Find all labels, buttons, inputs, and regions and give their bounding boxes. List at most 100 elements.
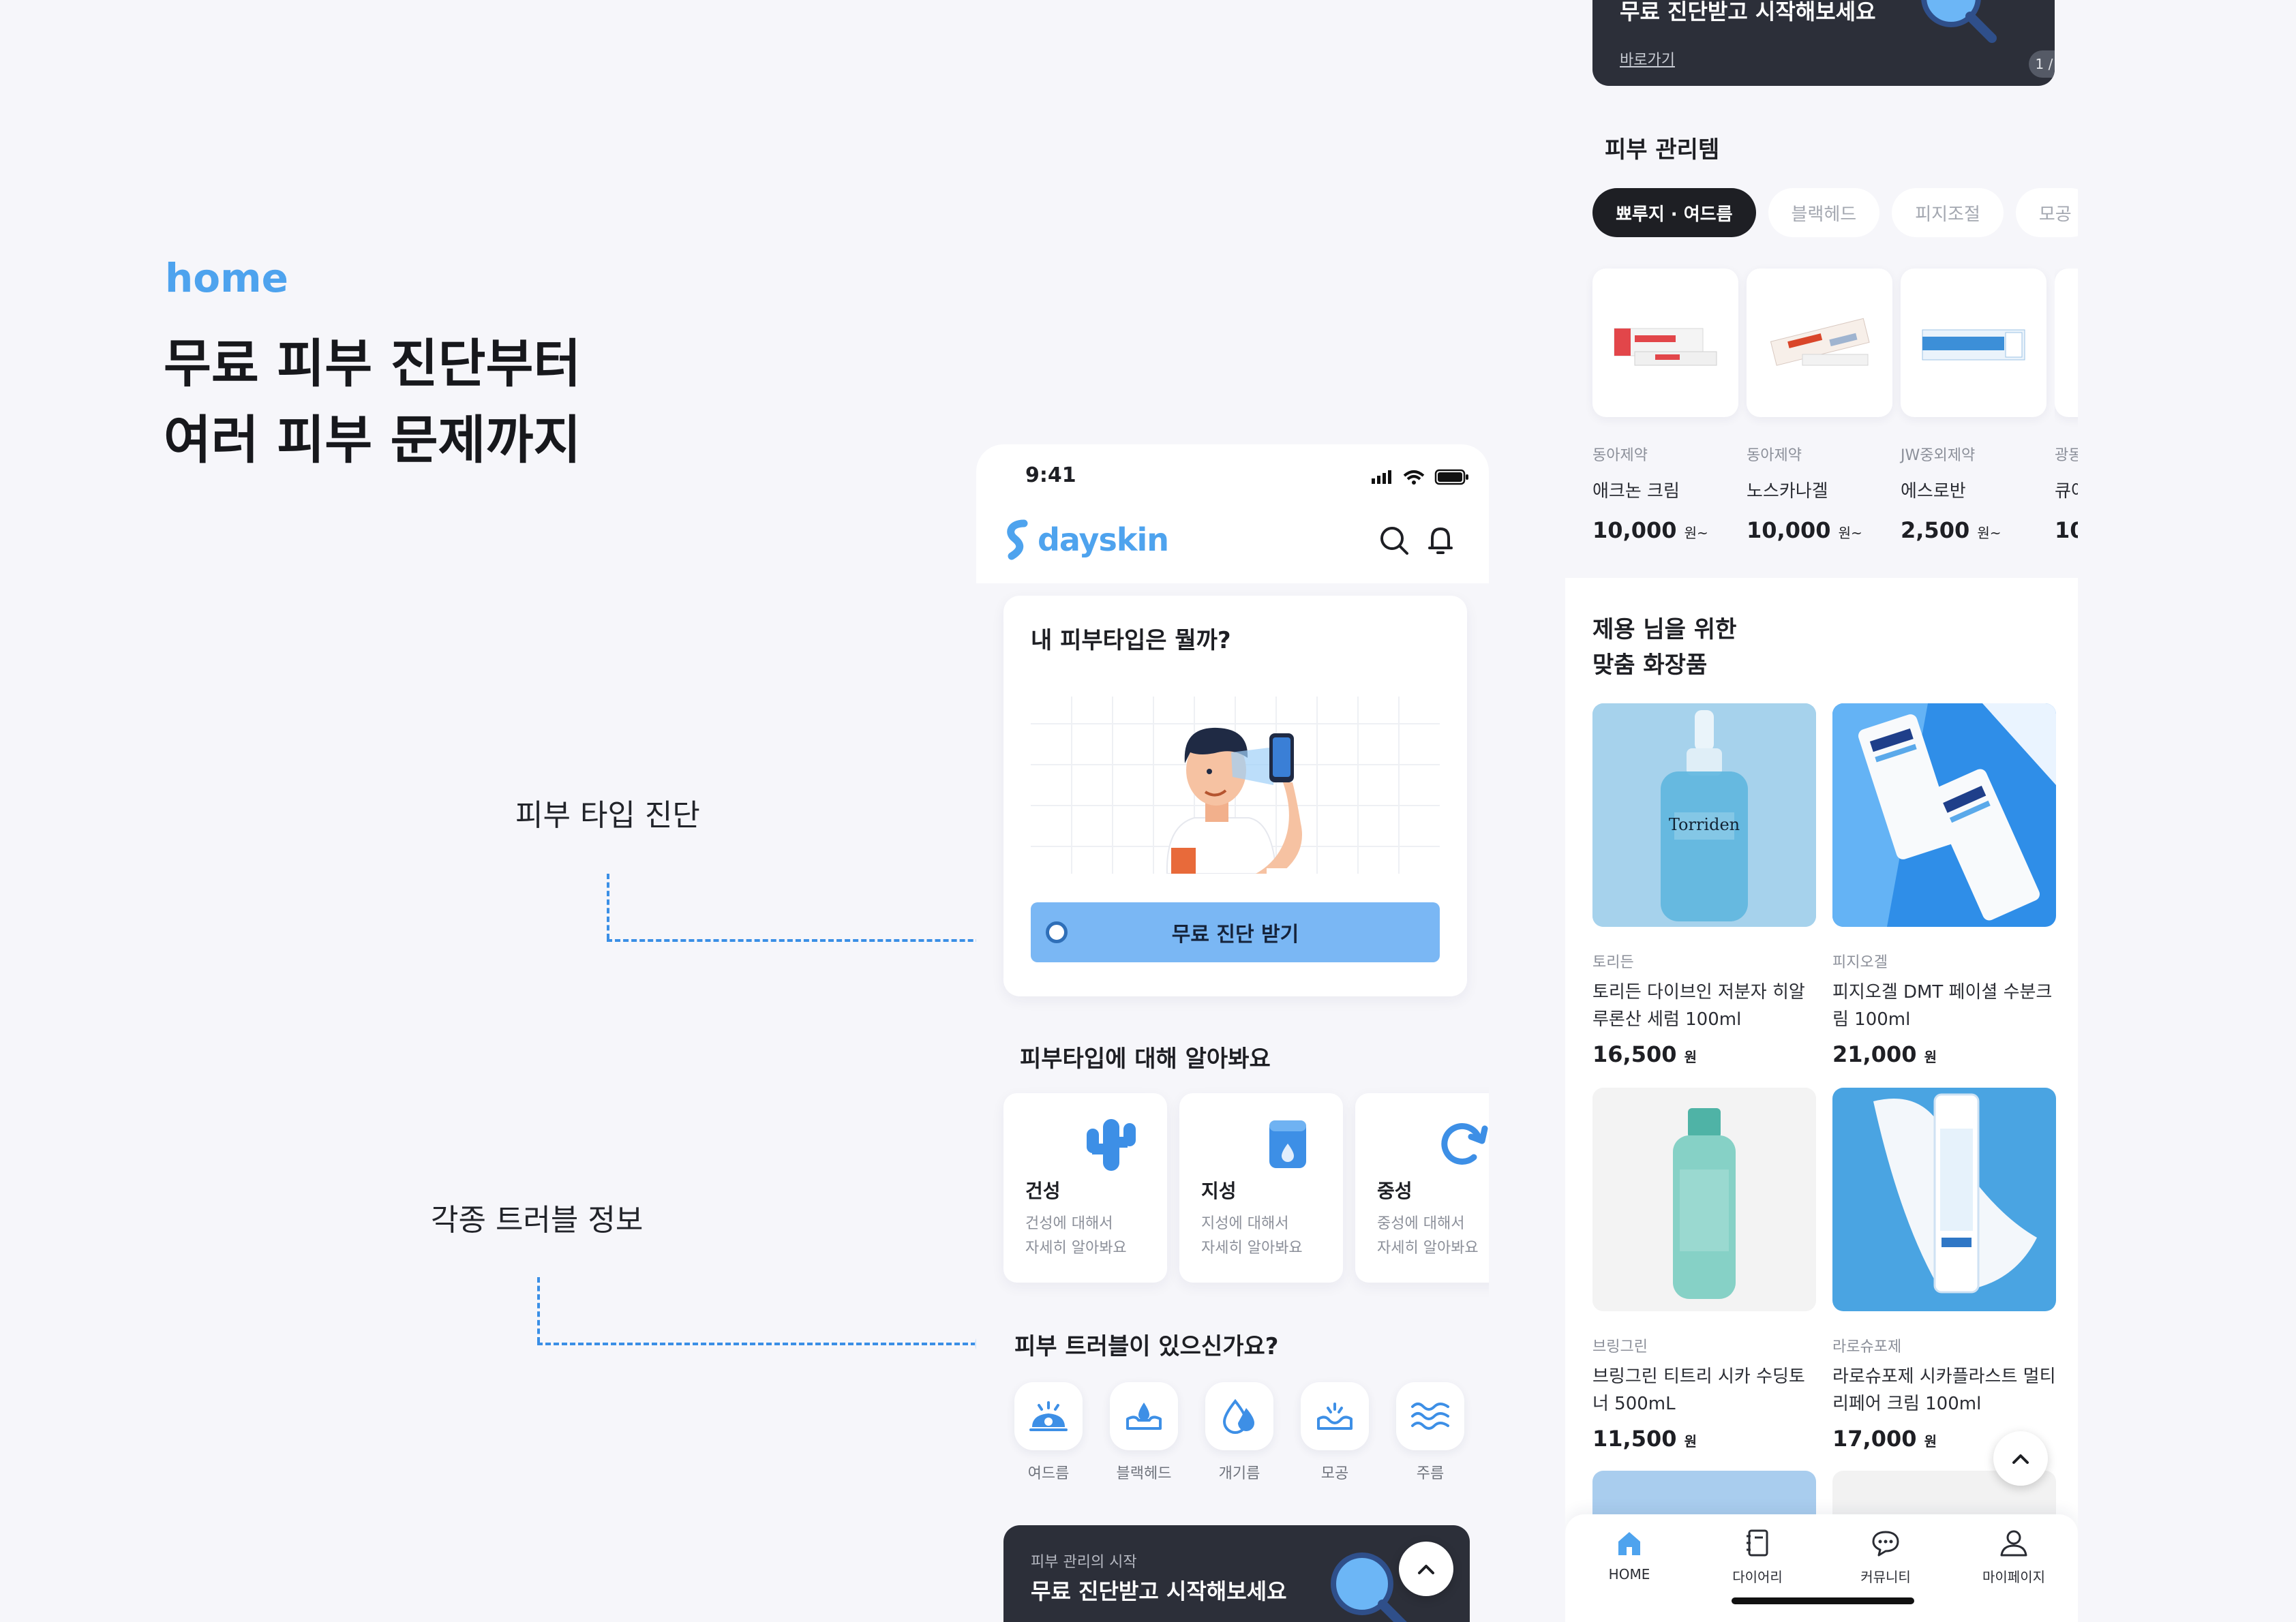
diagnosis-button-marker [1046,921,1068,943]
diagnosis-promo-banner[interactable]: 무료 진단받고 시작해보세요 바로가기 1 / 3 [1592,0,2055,86]
care-product-price: 10,000 원~ [1747,517,1862,543]
care-product-card[interactable]: 동아제약 애크논 크림 10,000 원~ [1592,269,1738,543]
skin-type-card-oily[interactable]: 지성 지성에 대해서 자세히 알아봐요 [1179,1093,1343,1283]
magnifier-icon [1921,0,1997,43]
product-image [1832,1088,2056,1311]
ointment-box-image [1922,329,2025,361]
care-product-card[interactable]: 광동 큐어 10 [2055,269,2078,543]
care-items-title: 피부 관리템 [1605,136,1720,164]
skin-type-desc-line2: 자세히 알아봐요 [1377,1240,1479,1257]
chip-acne[interactable]: 뾰루지 · 여드름 [1592,188,1756,237]
trouble-item-blackhead[interactable]: 블랙헤드 [1110,1382,1178,1483]
chevron-up-icon [1418,1565,1434,1574]
trouble-label: 여드름 [1027,1465,1070,1482]
banner-pager: 1 / 3 [2029,50,2055,78]
banner-title: 무료 진단받고 시작해보세요 [1620,0,1876,25]
tab-home[interactable]: HOME [1578,1527,1680,1622]
product-brand: 브링그린 [1592,1338,1648,1356]
home-indicator [1732,1597,1914,1604]
bottom-tab-bar: HOME 다이어리 커뮤니티 마이페이지 [1565,1514,2078,1622]
care-product-name: 큐어 [2055,481,2078,502]
tab-label: HOME [1608,1566,1650,1582]
trouble-label: 모공 [1320,1465,1349,1482]
chip-blackhead[interactable]: 블랙헤드 [1768,188,1880,237]
serum-bottle-image: Torriden [1592,703,1816,927]
app-logo[interactable]: dayskin [1003,519,1169,560]
skin-type-desc-line2: 자세히 알아봐요 [1201,1240,1303,1257]
trouble-item-wrinkle[interactable]: 주름 [1396,1382,1464,1483]
care-product-name: 노스카나겔 [1747,481,1828,502]
care-product-image [1747,269,1892,417]
care-product-brand: 동아제약 [1747,447,1802,464]
recommended-product-card[interactable]: 피지오겔 피지오겔 DMT 페이셜 수분크림 100ml 21,000 원 [1832,703,2056,1067]
care-product-card[interactable]: 동아제약 노스카나겔 10,000 원~ [1747,269,1892,543]
tab-label: 마이페이지 [1982,1569,2045,1585]
free-diagnosis-button[interactable]: 무료 진단 받기 [1031,902,1440,962]
scroll-top-button[interactable] [1993,1431,2048,1486]
section-tag: home [165,255,288,301]
product-price: 21,000 원 [1832,1041,1937,1067]
care-product-brand: JW중외제약 [1901,447,1976,464]
product-price: 16,500 원 [1592,1041,1697,1067]
annotation-trouble-info: 각종 트러블 정보 [431,1203,644,1238]
tab-community[interactable]: 커뮤니티 [1834,1527,1937,1622]
skin-type-desc-line1: 지성에 대해서 [1201,1215,1289,1232]
product-image: Torriden [1592,703,1816,927]
diagnosis-promo-banner[interactable]: 피부 관리의 시작 무료 진단받고 시작해보세요 [1003,1525,1470,1622]
skin-type-diagnosis-card: 내 피부타입은 뭘까? 무료 진단 받기 [1003,596,1467,996]
product-brand: 라로슈포제 [1832,1338,1902,1356]
recommended-product-card[interactable]: Torriden 토리든 토리든 다이브인 저분자 히알루론산 세럼 100ml… [1592,703,1816,1067]
care-product-price: 10,000 원~ [1592,517,1708,543]
skin-type-card-normal[interactable]: 중성 중성에 대해서 자세히 알아봐요 [1355,1093,1489,1283]
search-icon[interactable] [1376,522,1413,559]
person-scanning-illustration [1166,727,1302,874]
banner-link[interactable]: 바로가기 [1620,48,1675,70]
care-product-brand: 광동 [2055,447,2078,464]
skin-type-name: 건성 [1025,1180,1061,1202]
logo-text: dayskin [1038,521,1169,558]
annotation-connector-vertical [607,874,609,939]
phone-home-screen: 9:41 dayskin 내 피부타입은 뭘까? 무료 진단 받기 피부타입에 … [976,444,1489,1622]
chip-sebum[interactable]: 피지조절 [1892,188,2004,237]
wrinkle-icon [1411,1403,1449,1430]
skin-type-desc-line2: 자세히 알아봐요 [1025,1240,1127,1257]
recommended-product-card[interactable]: 라로슈포제 라로슈포제 시카플라스트 멀티 리페어 크림 100ml 17,00… [1832,1088,2056,1452]
ointment-box-image [1614,328,1717,366]
diagnosis-card-title: 내 피부타입은 뭘까? [1031,627,1231,654]
trouble-label: 블랙헤드 [1116,1465,1172,1482]
scroll-top-button[interactable] [1399,1542,1453,1596]
annotation-connector-horizontal [537,1343,976,1345]
trouble-label: 주름 [1416,1465,1445,1482]
chat-icon [1872,1531,1899,1557]
headline-line-2: 여러 피부 문제까지 [164,410,581,470]
product-name: 피지오겔 DMT 페이셜 수분크림 100ml [1832,982,2053,1030]
tab-mypage[interactable]: 마이페이지 [1963,1527,2065,1622]
trouble-item-oil[interactable]: 개기름 [1205,1382,1273,1483]
trouble-section-title: 피부 트러블이 있으신가요? [1014,1333,1279,1360]
product-brand: 토리든 [1592,954,1634,971]
status-time: 9:41 [1025,463,1076,487]
recommendation-title-line2: 맞춤 화장품 [1592,652,1708,679]
care-product-image [2055,269,2078,417]
trouble-item-pore[interactable]: 모공 [1301,1382,1369,1483]
care-product-card[interactable]: JW중외제약 에스로반 2,500 원~ [1901,269,2046,543]
chevron-up-icon [2012,1454,2029,1464]
tab-diary[interactable]: 다이어리 [1706,1527,1809,1622]
recommendation-title: 제용 님을 위한 맞춤 화장품 [1592,612,1736,683]
phone-scrolled-screen: 무료 진단받고 시작해보세요 바로가기 1 / 3 피부 관리템 뾰루지 · 여… [1565,0,2078,1622]
recommendation-title-line1: 제용 님을 위한 [1592,616,1737,643]
product-image [1832,703,2056,927]
annotation-connector-vertical [537,1277,540,1343]
repair-cream-image [1832,1088,2056,1311]
oil-drop-icon [1222,1398,1254,1434]
recommended-product-card[interactable]: 브링그린 브링그린 티트리 시카 수딩토너 500mL 11,500 원 [1592,1088,1816,1452]
product-image [1592,1088,1816,1311]
trouble-item-acne[interactable]: 여드름 [1014,1382,1083,1483]
diary-icon [1747,1529,1768,1557]
care-product-price: 2,500 원~ [1901,517,2002,543]
skin-type-card-dry[interactable]: 건성 건성에 대해서 자세히 알아봐요 [1003,1093,1167,1283]
chip-pore[interactable]: 모공 [2015,188,2078,237]
person-icon [2000,1530,2027,1557]
care-items-area: 무료 진단받고 시작해보세요 바로가기 1 / 3 피부 관리템 뾰루지 · 여… [1565,0,2078,578]
bell-icon[interactable] [1422,522,1459,559]
